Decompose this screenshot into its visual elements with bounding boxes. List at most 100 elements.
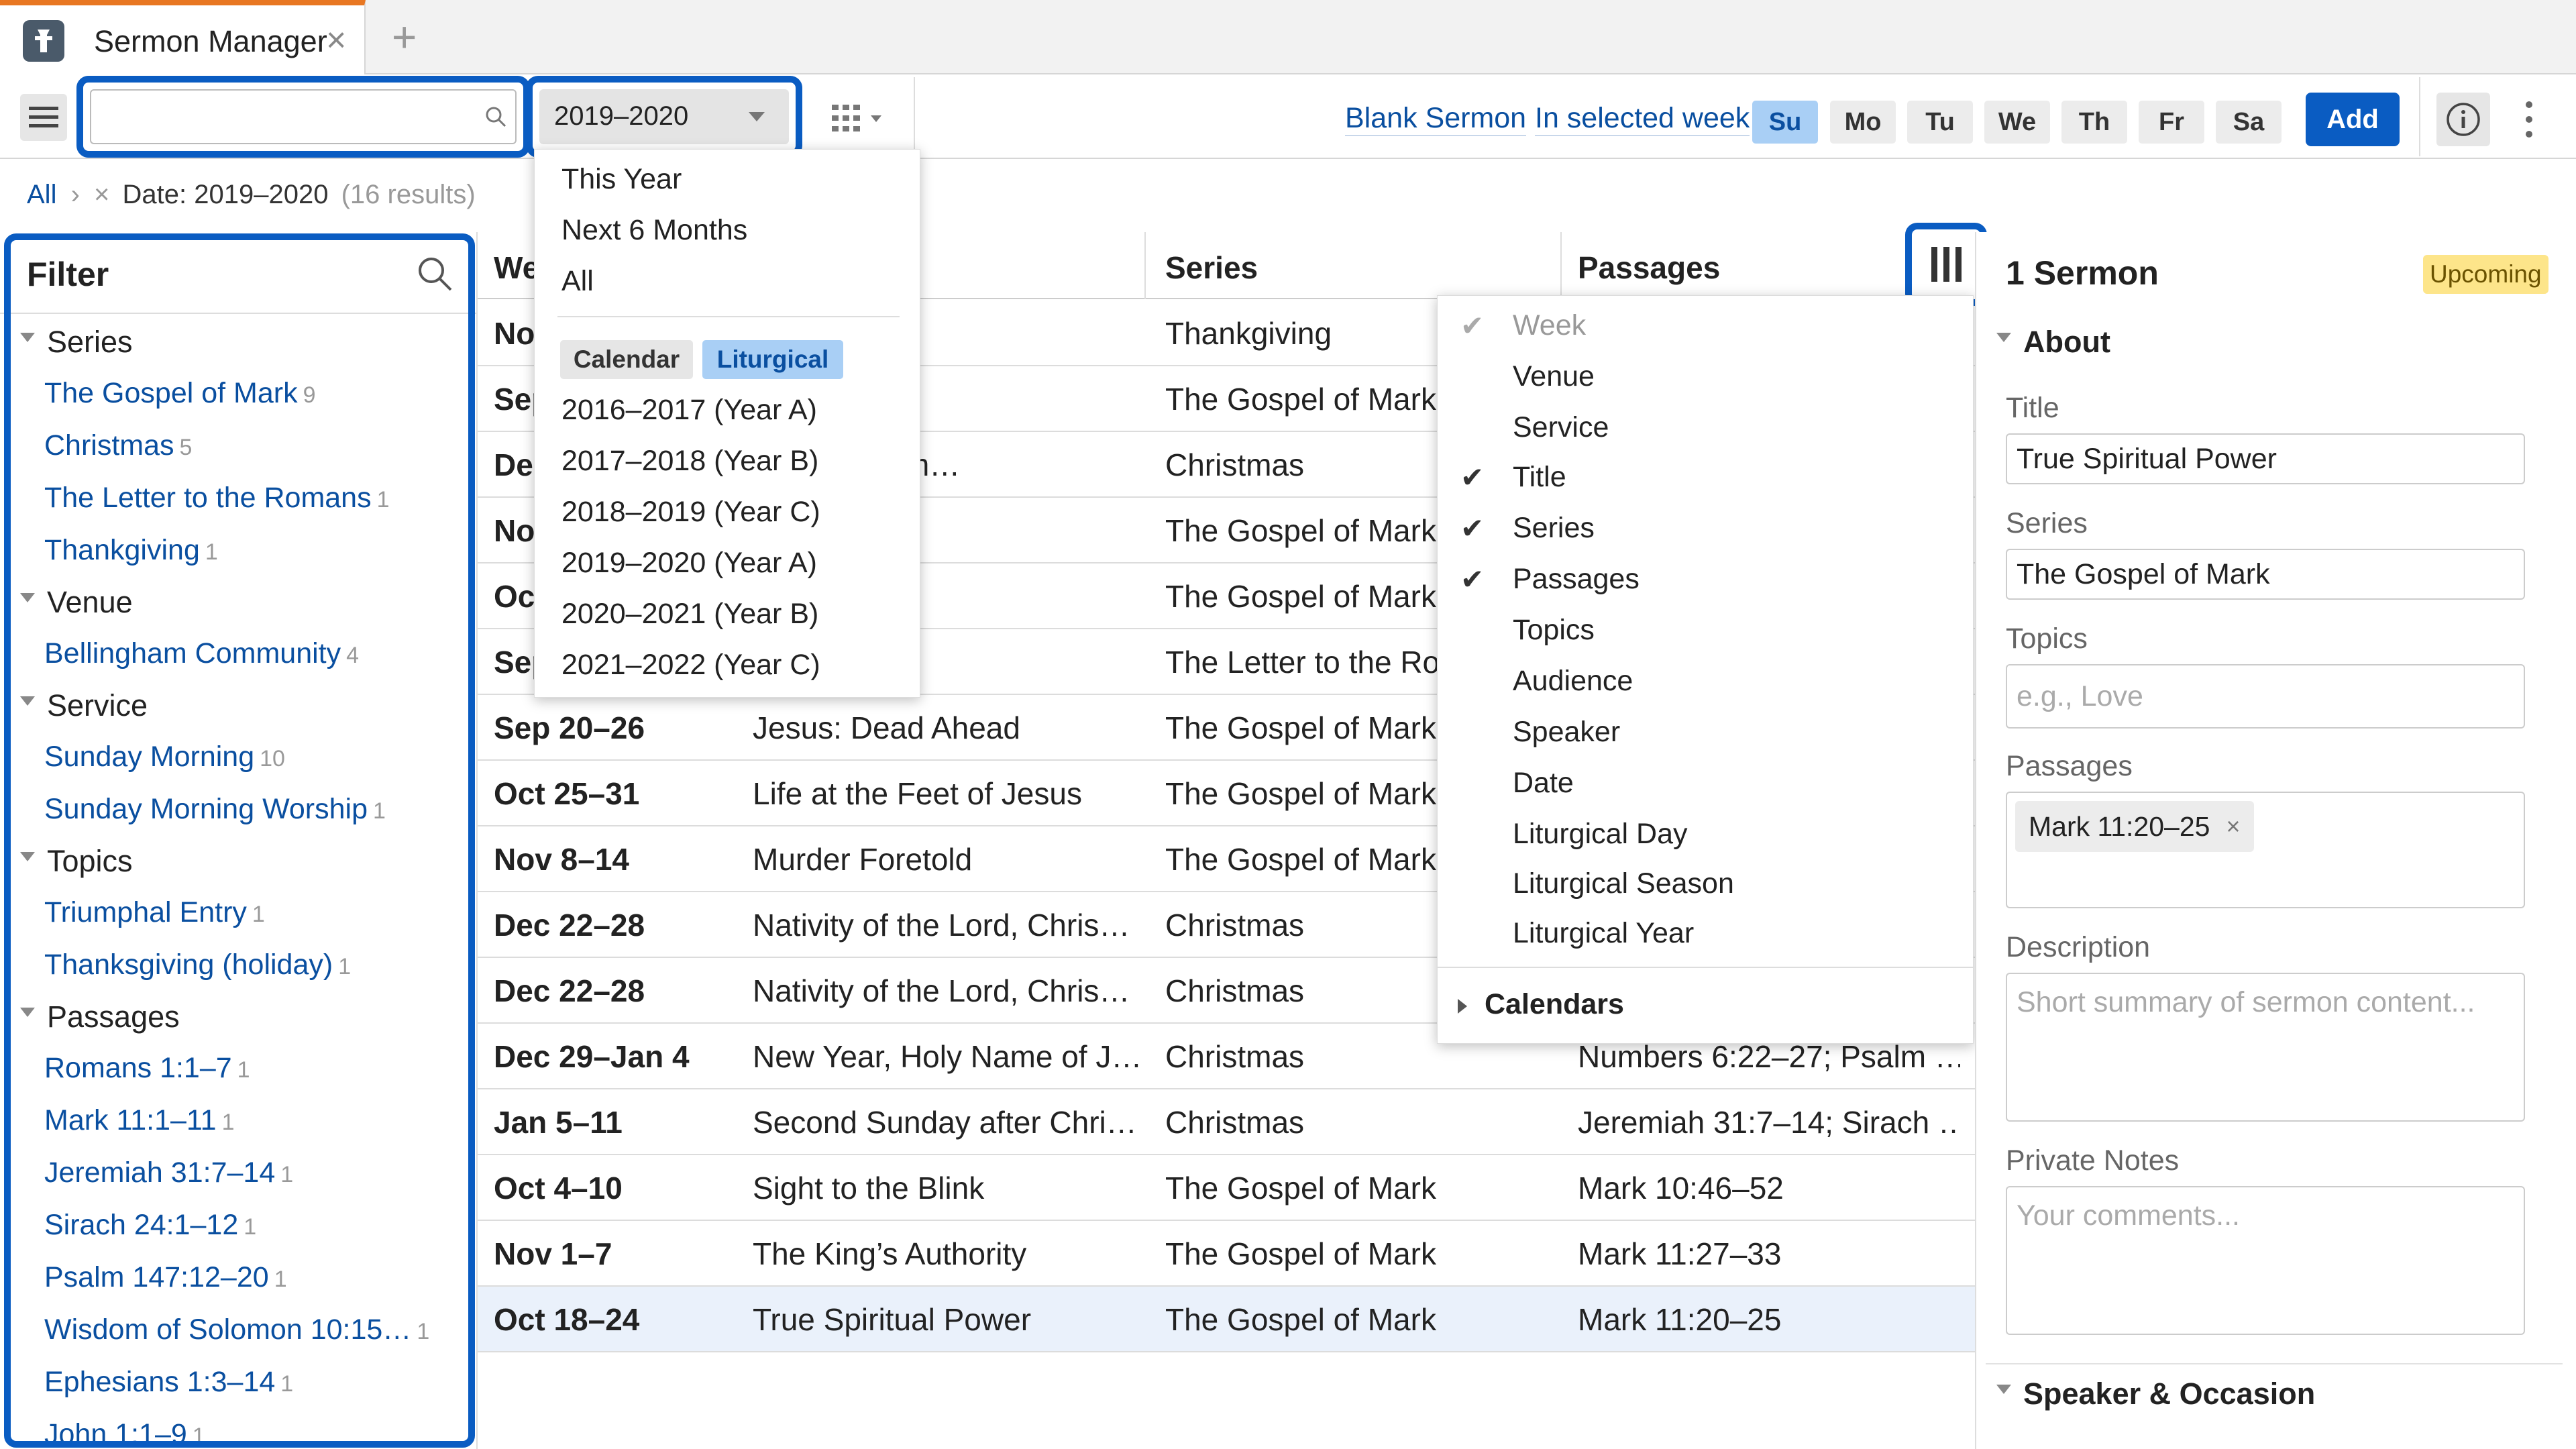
grid-list-icon (832, 105, 881, 131)
passages-field[interactable]: Mark 11:20–25 × (2006, 792, 2525, 908)
year-option[interactable]: 2016–2017 (Year A) (561, 394, 817, 427)
blank-sermon-link[interactable]: Blank Sermon (1345, 102, 1527, 136)
tab-sermon-manager[interactable]: Sermon Manager × (0, 0, 366, 74)
check-icon: ✔ (1460, 462, 1485, 493)
tab-title: Sermon Manager (94, 24, 327, 58)
toolbar-divider (914, 77, 915, 156)
breadcrumb-all-link[interactable]: All (27, 180, 56, 209)
col-header-series[interactable]: Series (1165, 250, 1258, 286)
date-option[interactable]: Next 6 Months (561, 214, 747, 247)
results-count: (16 results) (341, 180, 476, 209)
remove-passage-icon[interactable]: × (2226, 812, 2240, 841)
passage-tag: Mark 11:20–25 × (2015, 801, 2254, 852)
menu-button[interactable] (20, 94, 67, 141)
column-option[interactable]: Liturgical Year (1513, 917, 1694, 950)
series-field[interactable]: The Gospel of Mark (2006, 549, 2525, 600)
filter-panel-highlight (4, 233, 475, 1448)
column-option[interactable]: Speaker (1513, 716, 1620, 749)
column-option[interactable]: Venue (1513, 360, 1595, 393)
chevron-down-icon (749, 112, 765, 121)
tab-bar: Sermon Manager × + (0, 0, 2576, 74)
column-option[interactable]: Passages (1513, 563, 1640, 596)
breadcrumb-filter: Date: 2019–2020 (122, 180, 329, 209)
caret-down-icon (1996, 1385, 2011, 1395)
year-option[interactable]: 2018–2019 (Year C) (561, 496, 820, 529)
notes-field[interactable]: Your comments... (2006, 1186, 2525, 1335)
day-mo-button[interactable]: Mo (1830, 101, 1896, 144)
more-options-icon[interactable] (2522, 99, 2536, 140)
year-option[interactable]: 2019–2020 (Year A) (561, 547, 817, 580)
column-option[interactable]: Liturgical Day (1513, 818, 1688, 851)
toolbar-divider-2 (2419, 77, 2420, 156)
info-icon (2447, 103, 2480, 136)
column-option[interactable]: Liturgical Season (1513, 867, 1734, 900)
calendars-submenu[interactable]: Calendars (1458, 988, 1624, 1021)
caret-right-icon (1458, 998, 1467, 1014)
col-divider (1144, 232, 1146, 299)
passages-label: Passages (2006, 750, 2133, 782)
table-row-selected[interactable]: Oct 18–24 True Spiritual Power The Gospel … (478, 1287, 1975, 1352)
day-su-button[interactable]: Su (1752, 101, 1818, 144)
topics-field[interactable]: e.g., Love (2006, 664, 2525, 729)
column-option[interactable]: Audience (1513, 665, 1633, 698)
topics-label: Topics (2006, 623, 2088, 655)
in-selected-week-link[interactable]: In selected week (1535, 102, 1750, 136)
day-tu-button[interactable]: Tu (1907, 101, 1973, 144)
check-icon: ✔ (1460, 513, 1485, 544)
date-select-value: 2019–2020 (554, 101, 689, 131)
table-row[interactable]: Oct 4–10 Sight to the Blink The Gospel of … (478, 1155, 1975, 1221)
table-row[interactable]: Nov 1–7 The King’s Authority The Gospel of… (478, 1221, 1975, 1287)
date-option[interactable]: All (561, 265, 594, 298)
table-row[interactable]: Jan 5–11 Second Sunday after Chri… Christm… (478, 1089, 1975, 1155)
description-label: Description (2006, 931, 2151, 963)
view-toggle-button[interactable] (829, 101, 896, 138)
day-th-button[interactable]: Th (2061, 101, 2127, 144)
title-field[interactable]: True Spiritual Power (2006, 433, 2525, 484)
menu-divider (1438, 967, 1974, 968)
liturgical-mode-button[interactable]: Liturgical (702, 340, 843, 379)
col-divider (1560, 232, 1562, 299)
columns-icon (1931, 247, 1962, 282)
date-select[interactable]: 2019–2020 (539, 89, 789, 144)
calendar-mode-button[interactable]: Calendar (560, 340, 693, 379)
col-header-week[interactable]: We (494, 250, 539, 286)
breadcrumb: All › × Date: 2019–2020 (16 results) (27, 180, 476, 210)
check-icon: ✔ (1460, 564, 1485, 595)
status-badge: Upcoming (2423, 255, 2548, 294)
year-option[interactable]: 2017–2018 (Year B) (561, 445, 818, 478)
date-option[interactable]: This Year (561, 163, 682, 196)
column-option[interactable]: Title (1513, 461, 1566, 494)
hamburger-icon (29, 107, 58, 127)
breadcrumb-separator: › (70, 180, 80, 209)
description-field[interactable]: Short summary of sermon content... (2006, 973, 2525, 1122)
series-label: Series (2006, 507, 2088, 539)
new-tab-icon[interactable]: + (392, 12, 417, 62)
tab-close-icon[interactable]: × (326, 20, 346, 60)
details-divider (1986, 1363, 2563, 1364)
speaker-section-header[interactable]: Speaker & Occasion (1996, 1377, 2315, 1411)
search-input[interactable] (90, 89, 517, 144)
add-button[interactable]: Add (2306, 93, 2400, 146)
columns-menu: ✔ Week Venue Service ✔ Title ✔ Series ✔ … (1437, 295, 1974, 1044)
column-option[interactable]: Series (1513, 512, 1595, 545)
column-option[interactable]: Topics (1513, 614, 1595, 647)
caret-down-icon (1996, 333, 2011, 343)
details-heading: 1 Sermon (2006, 254, 2159, 292)
dropdown-divider (557, 316, 900, 317)
day-fr-button[interactable]: Fr (2139, 101, 2204, 144)
day-we-button[interactable]: We (1984, 101, 2050, 144)
col-header-passages[interactable]: Passages (1578, 250, 1720, 286)
search-field[interactable] (98, 96, 474, 138)
remove-filter-icon[interactable]: × (94, 180, 109, 209)
column-option[interactable]: Date (1513, 767, 1574, 800)
day-sa-button[interactable]: Sa (2216, 101, 2282, 144)
year-option[interactable]: 2020–2021 (Year B) (561, 598, 818, 631)
title-label: Title (2006, 392, 2059, 424)
info-button[interactable] (2436, 93, 2490, 146)
column-option[interactable]: Service (1513, 411, 1609, 444)
year-option[interactable]: 2021–2022 (Year C) (561, 649, 820, 682)
notes-label: Private Notes (2006, 1144, 2180, 1177)
date-dropdown: This Year Next 6 Months All Calendar Lit… (534, 149, 920, 698)
search-icon (486, 107, 506, 127)
about-section-header[interactable]: About (1996, 325, 2110, 360)
